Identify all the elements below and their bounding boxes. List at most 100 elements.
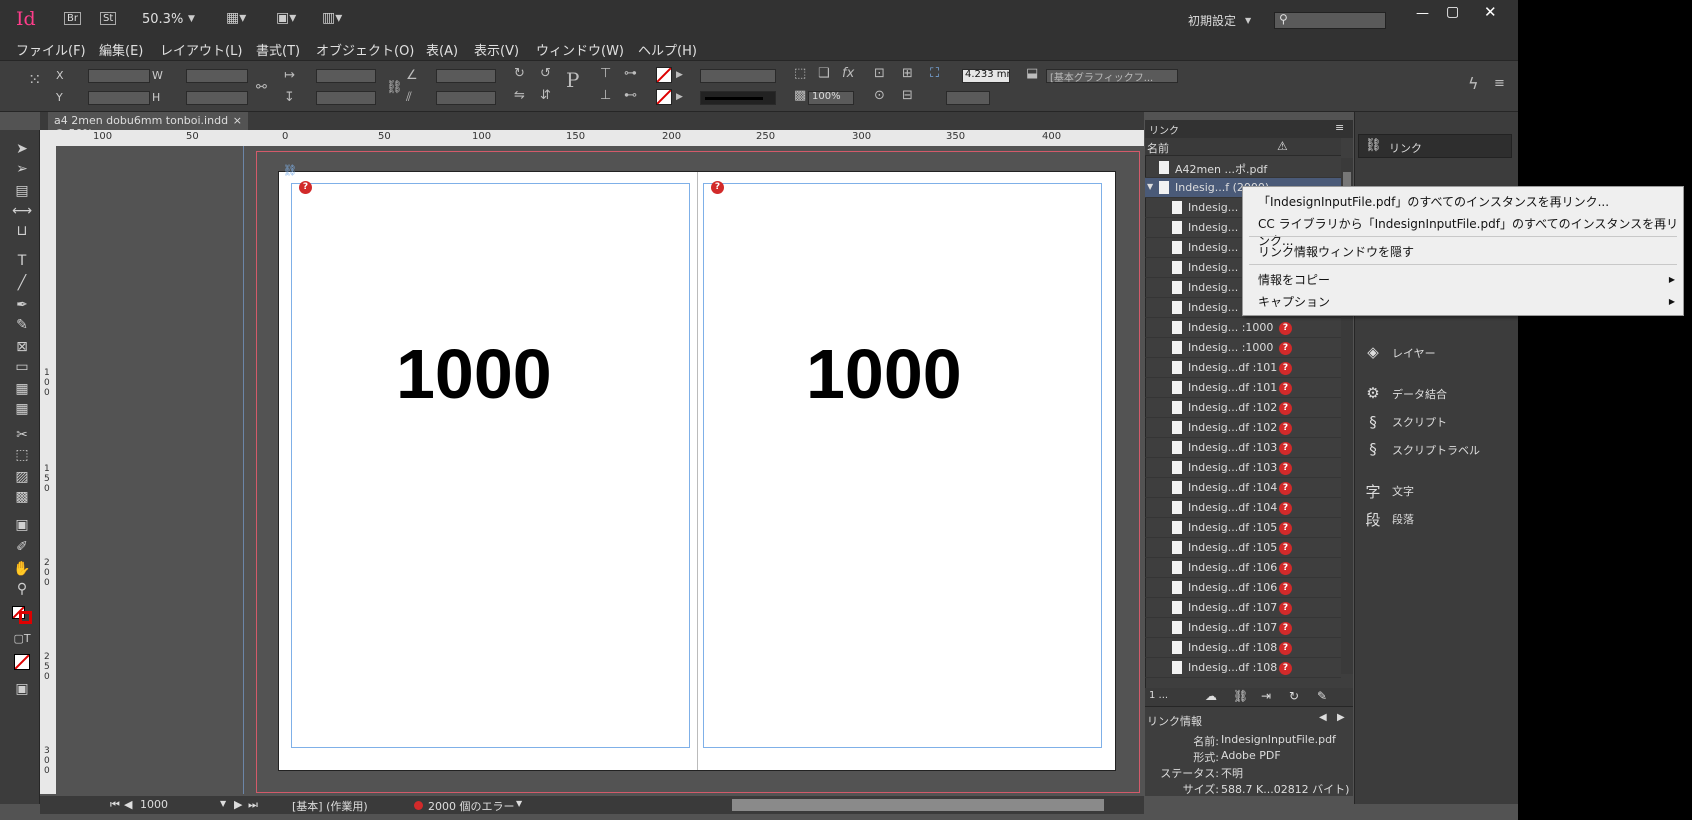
menu-view[interactable]: 表示(V) <box>474 40 519 59</box>
link-row[interactable]: Indesig...df :108? <box>1145 658 1341 678</box>
dock-scripts[interactable]: スクリプト <box>1392 414 1447 430</box>
missing-link-icon[interactable]: ? <box>1279 402 1292 415</box>
hand-tool[interactable]: ✋ <box>12 560 32 578</box>
rotate-angle-field[interactable] <box>436 69 496 83</box>
link-row[interactable]: Indesig...df :101? <box>1145 378 1341 398</box>
workspace-switcher[interactable]: 初期設定 <box>1188 12 1236 29</box>
scale-y-field[interactable] <box>316 91 376 105</box>
h-field[interactable] <box>186 91 248 105</box>
link-row[interactable]: Indesig...df :102? <box>1145 418 1341 438</box>
zoom-dropdown-icon[interactable]: ▼ <box>188 14 195 24</box>
text-frame-icon[interactable]: P <box>566 70 579 90</box>
scale-x-field[interactable] <box>316 69 376 83</box>
select-container-icon[interactable]: ⊤ <box>600 67 611 81</box>
link-row[interactable]: Indesig...df :102? <box>1145 398 1341 418</box>
page-spread[interactable]: 1000 1000 ? ? ⛓ <box>278 164 1116 771</box>
fill-arrow-icon[interactable]: ▶ <box>676 68 683 82</box>
menu-type[interactable]: 書式(T) <box>256 40 300 59</box>
link-row[interactable]: Indesig...df :103? <box>1145 458 1341 478</box>
screen-mode-icon[interactable]: ▣▾ <box>276 10 296 26</box>
y-field[interactable] <box>88 91 150 105</box>
close-button[interactable]: ✕ <box>1484 3 1497 21</box>
scissors-tool[interactable]: ✂ <box>12 426 32 444</box>
screen-mode-tool[interactable]: ▣ <box>12 680 32 698</box>
stroke-weight-dropdown[interactable] <box>700 69 776 83</box>
missing-link-icon[interactable]: ? <box>1279 522 1292 535</box>
workspace-dropdown-icon[interactable]: ▼ <box>1245 16 1251 25</box>
missing-link-icon[interactable]: ? <box>1279 622 1292 635</box>
missing-link-icon[interactable]: ? <box>1279 482 1292 495</box>
missing-link-icon[interactable]: ? <box>1279 422 1292 435</box>
table-tool[interactable]: ▦ <box>12 400 32 418</box>
fit-content-icon[interactable]: ⊡ <box>874 67 885 81</box>
link-row[interactable]: Indesig...df :104? <box>1145 498 1341 518</box>
select-previous-icon[interactable]: ⊶ <box>624 67 637 81</box>
links-panel-tab[interactable]: リンク <box>1149 122 1179 137</box>
zoom-level[interactable]: 50.3% <box>142 12 183 27</box>
page-nav-prev-icon[interactable]: ◀ <box>124 798 132 811</box>
info-next-icon[interactable]: ▶ <box>1337 712 1345 723</box>
content-collector-tool[interactable]: ⊔ <box>12 222 32 240</box>
dock-script-label[interactable]: スクリプトラベル <box>1392 442 1480 458</box>
rectangle-frame-tool[interactable]: ⊠ <box>12 338 32 356</box>
captions-item[interactable]: キャプション <box>1258 293 1330 310</box>
missing-link-icon[interactable]: ? <box>711 181 724 194</box>
missing-link-icon[interactable]: ? <box>1279 642 1292 655</box>
selection-tool[interactable]: ➤ <box>12 140 32 158</box>
note-tool[interactable]: ▣ <box>12 516 32 534</box>
free-transform-tool[interactable]: ⬚ <box>12 446 32 464</box>
dock-layers[interactable]: レイヤー <box>1392 345 1436 361</box>
page-dropdown-icon[interactable]: ▼ <box>220 799 226 808</box>
auto-fit-icon[interactable]: ⛶ <box>930 67 939 81</box>
menu-object[interactable]: オブジェクト(O) <box>316 40 414 59</box>
fill-stroke-swatches[interactable] <box>12 606 32 624</box>
edit-original-icon[interactable]: ✎ <box>1317 689 1327 703</box>
direct-selection-tool[interactable]: ➢ <box>12 160 32 178</box>
constrain-proportions-icon[interactable]: ⚯ <box>256 81 267 95</box>
missing-link-icon[interactable]: ? <box>1279 602 1292 615</box>
stroke-weight-field[interactable]: 4.233 mm <box>962 69 1010 83</box>
x-field[interactable] <box>88 69 150 83</box>
link-row[interactable]: Indesig...df :107? <box>1145 598 1341 618</box>
relink-from-cc-icon[interactable]: ☁ <box>1205 689 1217 703</box>
flip-vertical-icon[interactable]: ⇵ <box>540 89 551 103</box>
panel-menu-icon[interactable]: ≡ <box>1335 121 1344 134</box>
link-row[interactable]: Indesig...df :104? <box>1145 478 1341 498</box>
relink-all-instances-item[interactable]: 「IndesignInputFile.pdf」のすべてのインスタンスを再リンク.… <box>1258 193 1609 210</box>
constrain-scale-icon[interactable]: ⛓ <box>386 81 403 95</box>
page-nav-first-icon[interactable]: ⏮ <box>110 798 120 812</box>
dock-links-button[interactable]: ⛓ リンク <box>1358 134 1512 158</box>
go-to-link-icon[interactable]: ⇥ <box>1261 689 1271 703</box>
effects-icon[interactable]: fx <box>842 67 854 81</box>
control-panel-menu-icon[interactable]: ≡ <box>1494 77 1505 91</box>
view-options-icon[interactable]: ▦▾ <box>226 10 246 26</box>
formatting-affects-container-icon[interactable]: ▢T <box>12 630 32 648</box>
arrange-documents-icon[interactable]: ▥▾ <box>322 10 342 26</box>
horizontal-scrollbar[interactable] <box>732 799 1104 811</box>
w-field[interactable] <box>186 69 248 83</box>
copy-info-item[interactable]: 情報をコピー <box>1258 271 1330 288</box>
search-box[interactable]: ⚲ <box>1274 12 1386 29</box>
link-row[interactable]: Indesig...df :103? <box>1145 438 1341 458</box>
missing-link-icon[interactable]: ? <box>1279 382 1292 395</box>
preflight-error-icon[interactable] <box>414 801 423 810</box>
fill-swatch[interactable] <box>656 67 672 83</box>
missing-link-icon[interactable]: ? <box>1279 462 1292 475</box>
menu-file[interactable]: ファイル(F) <box>16 40 86 59</box>
center-content-icon[interactable]: ⊙ <box>874 89 885 103</box>
vertical-ruler[interactable]: 1 0 0 1 5 0 2 0 0 2 5 0 3 0 0 <box>40 146 56 794</box>
object-style-dropdown[interactable]: [基本グラフィックフ... <box>1046 69 1178 84</box>
link-row[interactable]: Indesig...df :107? <box>1145 618 1341 638</box>
missing-link-icon[interactable]: ? <box>1279 582 1292 595</box>
rotate-ccw-icon[interactable]: ↺ <box>540 67 551 81</box>
link-row[interactable]: Indesig... :1000? <box>1145 318 1341 338</box>
update-link-icon[interactable]: ↻ <box>1289 689 1299 703</box>
link-row[interactable]: Indesig... :1000? <box>1145 338 1341 358</box>
menu-edit[interactable]: 編集(E) <box>99 40 143 59</box>
preflight-menu-icon[interactable]: ▼ <box>516 799 522 808</box>
relink-icon[interactable]: ⛓ <box>1233 689 1248 703</box>
missing-link-icon[interactable]: ? <box>1279 442 1292 455</box>
stroke-arrow-icon[interactable]: ▶ <box>676 90 683 104</box>
right-page-number[interactable]: 1000 <box>806 334 962 414</box>
hide-link-info-item[interactable]: リンク情報ウィンドウを隠す <box>1258 243 1414 260</box>
